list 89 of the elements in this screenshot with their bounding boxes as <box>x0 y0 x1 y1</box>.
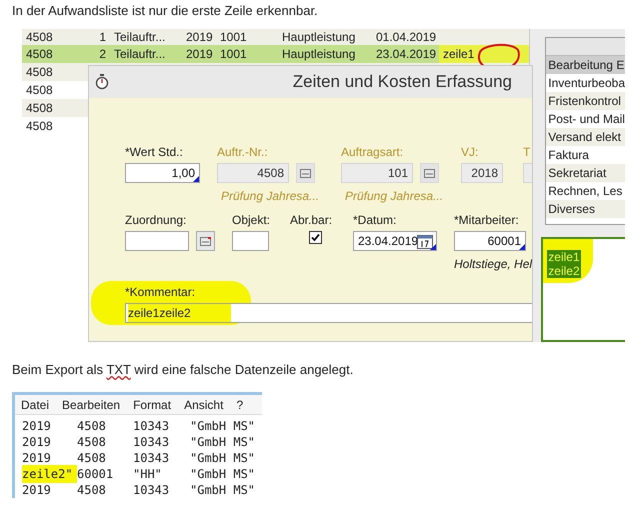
category-item[interactable]: Fristenkontrol <box>546 92 625 110</box>
list-cell-text: 01.04.2019 <box>376 29 438 46</box>
menu-item[interactable]: Datei <box>21 396 50 414</box>
field-hint: Prüfung Jahresa... <box>344 189 444 203</box>
preview-line: zeile1 <box>547 250 581 264</box>
list-cell-text: 2019 <box>186 29 214 46</box>
stopwatch-icon <box>95 74 109 90</box>
field-label: Auftr.-Nr.: <box>217 145 269 159</box>
corner-mark-icon <box>430 244 436 250</box>
lookup-button[interactable] <box>296 163 315 183</box>
menu-item[interactable]: ? <box>236 396 244 414</box>
comment-field[interactable]: zeile1zeile2 <box>125 303 532 323</box>
text-cell-text: "GmbH MS" <box>190 418 256 435</box>
field-hint: Prüfung Jahresa... <box>220 189 320 203</box>
lookup-button[interactable] <box>196 231 215 251</box>
field-label: Zuordnung: <box>125 213 188 227</box>
corner-mark-icon <box>519 244 525 250</box>
intro-text: In der Aufwandsliste ist nur die erste Zeile erkennbar. <box>11 2 319 20</box>
list-cell-text: Teilauftr... <box>113 46 166 63</box>
input-field[interactable] <box>125 231 189 251</box>
text-cell-text: 10343 <box>133 450 170 467</box>
list-cell-text: 4508 <box>25 29 54 46</box>
category-item[interactable]: Diverses <box>546 200 625 218</box>
card-icon <box>200 236 211 246</box>
list-cell-text: 4508 <box>25 118 54 135</box>
field-label: Objekt: <box>232 213 272 227</box>
field-label: *Mitarbeiter: <box>454 213 520 227</box>
list-cell-text: Teilauftr... <box>113 29 166 46</box>
list-cell-text: Hauptleistung <box>281 29 356 46</box>
input-field[interactable] <box>232 231 269 251</box>
text-cell-text: "HH" <box>133 466 163 483</box>
checkbox[interactable] <box>308 231 322 244</box>
input-field[interactable]: 1,00 <box>125 163 200 183</box>
text-cell-text: 2019 <box>22 450 52 467</box>
field-label: *Kommentar: <box>125 285 196 299</box>
corner-mark-icon <box>193 176 199 182</box>
text-cell-text: 4508 <box>77 450 107 467</box>
category-item[interactable]: Sekretariat <box>546 164 625 182</box>
text-cell-text: "GmbH MS" <box>190 482 256 499</box>
dialog-title: Zeiten und Kosten Erfassung <box>292 71 513 94</box>
text-cell-text: 4508 <box>77 418 107 435</box>
menu-item[interactable]: Ansicht <box>184 396 224 414</box>
list-cell-text: 1001 <box>219 46 248 63</box>
category-item[interactable]: Bearbeitung E <box>546 56 625 74</box>
list-cell-text: 4508 <box>25 100 54 117</box>
list-cell-text: 4508 <box>25 82 54 99</box>
text-cell-text: "GmbH MS" <box>190 434 256 451</box>
check-icon <box>310 233 320 242</box>
text-cell-text: 10343 <box>133 418 170 435</box>
text-cell: zeile2" <box>22 465 77 483</box>
list-cell-text: 4508 <box>25 64 54 81</box>
list-cell-text: 2 <box>98 46 106 63</box>
text-cell-text: "GmbH MS" <box>190 450 256 467</box>
text-cell-text: 4508 <box>77 434 107 451</box>
text-cell-text: "GmbH MS" <box>190 466 256 483</box>
category-item[interactable]: Versand elekt <box>546 128 625 146</box>
text-cell-text: 60001 <box>77 466 114 483</box>
input-field[interactable]: 60001 <box>454 231 526 251</box>
field-label: Auftragsart: <box>341 145 404 159</box>
card-icon <box>300 168 311 178</box>
field-label: Abr.bar: <box>290 213 334 227</box>
list-cell-text: 1001 <box>219 29 248 46</box>
list-row[interactable]: 4508 2 Teilauftr... 2019 1001 Hauptleistung 23.04.2019 zeile1 <box>22 45 530 63</box>
field-label: T <box>523 145 532 159</box>
lookup-button[interactable] <box>420 163 439 183</box>
field-label: VJ: <box>461 145 480 159</box>
text-cell-text: 2019 <box>22 418 52 435</box>
field-label: *Wert Std.: <box>125 145 184 159</box>
field-label: *Datum: <box>353 213 398 227</box>
outro-text: Beim Export als TXT wird eine falsche Datenzeile angelegt. <box>11 361 354 378</box>
text-cell-text: 10343 <box>133 482 170 499</box>
list-cell-text: 23.04.2019 <box>376 46 438 63</box>
card-icon <box>424 168 435 178</box>
list-cell-text: Hauptleistung <box>281 46 356 63</box>
list-row[interactable]: 4508 1 Teilauftr... 2019 1001 Hauptleistung 01.04.2019 <box>22 29 530 45</box>
menu-item[interactable]: Bearbeiten <box>62 396 120 414</box>
text-cell-text: 2019 <box>22 434 52 451</box>
input-field[interactable]: 23.04.2019 <box>353 231 437 251</box>
text-cell-text: 2019 <box>22 482 52 499</box>
list-cell: zeile1 <box>439 45 530 63</box>
preview-line: zeile2 <box>547 264 581 278</box>
list-cell-text: 1 <box>98 29 106 46</box>
menu-item[interactable]: Format <box>133 396 172 414</box>
calendar-icon[interactable] <box>417 234 433 249</box>
text-cell-text: 10343 <box>133 434 170 451</box>
text-cell-text: 4508 <box>77 482 107 499</box>
field-hint: Holtstiege, Hel <box>454 257 532 271</box>
list-cell-text: 4508 <box>25 46 54 63</box>
list-cell-text: 2019 <box>186 46 214 63</box>
